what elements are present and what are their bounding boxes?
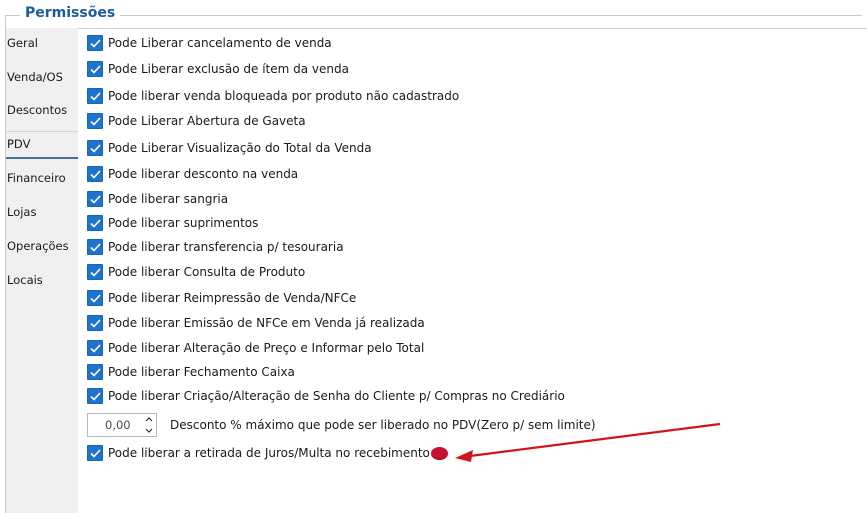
checkbox[interactable] [87, 239, 103, 255]
permission-label: Pode Liberar Abertura de Gaveta [108, 114, 306, 128]
permission-item[interactable]: Pode Liberar Abertura de Gaveta [87, 112, 306, 130]
check-icon [89, 91, 101, 101]
permission-item[interactable]: Pode liberar Reimpressão de Venda/NFCe [87, 289, 356, 307]
permission-item[interactable]: Pode Liberar exclusão de ítem da venda [87, 60, 349, 78]
checkbox[interactable] [87, 215, 103, 231]
check-icon [89, 143, 101, 153]
tab-lojas[interactable]: Lojas [7, 202, 36, 222]
permission-item[interactable]: Pode liberar transferencia p/ tesouraria [87, 238, 344, 256]
tab-financeiro[interactable]: Financeiro [7, 168, 66, 188]
checkbox[interactable] [87, 340, 103, 356]
tab-operacoes[interactable]: Operações [7, 236, 69, 256]
checkbox[interactable] [87, 88, 103, 104]
spinner-up-button[interactable] [142, 414, 156, 425]
check-icon [89, 38, 101, 48]
check-icon [89, 169, 101, 179]
permission-juros-multa[interactable]: Pode liberar a retirada de Juros/Multa n… [87, 444, 448, 462]
permission-label: Pode liberar Alteração de Preço e Inform… [108, 341, 425, 355]
checkbox[interactable] [87, 364, 103, 380]
permission-label: Pode liberar transferencia p/ tesouraria [108, 240, 344, 254]
tab-descontos[interactable]: Descontos [7, 100, 67, 120]
tab-locais[interactable]: Locais [7, 270, 43, 290]
check-icon [89, 218, 101, 228]
permission-label: Pode Liberar cancelamento de venda [108, 36, 332, 50]
discount-spinner[interactable] [87, 413, 157, 437]
checkbox[interactable] [87, 35, 103, 51]
permission-item[interactable]: Pode liberar suprimentos [87, 214, 258, 232]
checkbox[interactable] [87, 445, 103, 461]
check-icon [89, 267, 101, 277]
check-icon [89, 343, 101, 353]
check-icon [89, 448, 101, 458]
permission-label: Pode liberar Reimpressão de Venda/NFCe [108, 291, 357, 305]
check-icon [89, 116, 101, 126]
checkbox[interactable] [87, 388, 103, 404]
permission-item[interactable]: Pode liberar Consulta de Produto [87, 263, 305, 281]
checkbox[interactable] [87, 140, 103, 156]
check-icon [89, 64, 101, 74]
permission-item[interactable]: Pode liberar venda bloqueada por produto… [87, 87, 459, 105]
checkbox[interactable] [87, 315, 103, 331]
tab-venda-os[interactable]: Venda/OS [7, 67, 63, 87]
tab-pdv-active-indicator [6, 157, 78, 159]
check-icon [89, 318, 101, 328]
check-icon [89, 391, 101, 401]
permission-label: Pode liberar Criação/Alteração de Senha … [108, 389, 565, 403]
permission-label: Pode liberar Fechamento Caixa [108, 365, 295, 379]
group-divider [5, 15, 862, 16]
permission-label: Pode liberar a retirada de Juros/Multa n… [108, 446, 430, 460]
check-icon [89, 367, 101, 377]
permission-label: Pode liberar Consulta de Produto [108, 265, 306, 279]
checkbox[interactable] [87, 290, 103, 306]
permission-item[interactable]: Pode liberar sangria [87, 190, 228, 208]
permission-item[interactable]: Pode liberar Fechamento Caixa [87, 363, 295, 381]
permission-label: Pode liberar suprimentos [108, 216, 259, 230]
permission-label: Pode liberar venda bloqueada por produto… [108, 89, 460, 103]
novo-badge-icon [430, 446, 448, 460]
checkbox[interactable] [87, 191, 103, 207]
permission-label: Pode Liberar exclusão de ítem da venda [108, 62, 349, 76]
permission-item[interactable]: Pode liberar Criação/Alteração de Senha … [87, 387, 565, 405]
permission-item[interactable]: Pode liberar desconto na venda [87, 165, 298, 183]
permission-label: Pode Liberar Visualização do Total da Ve… [108, 141, 372, 155]
check-icon [89, 293, 101, 303]
permission-label: Pode liberar desconto na venda [108, 167, 299, 181]
checkbox[interactable] [87, 113, 103, 129]
permission-item[interactable]: Pode liberar Alteração de Preço e Inform… [87, 339, 424, 357]
group-title: Permissões [20, 5, 121, 21]
tab-geral[interactable]: Geral [7, 33, 38, 53]
chevron-up-icon [145, 417, 153, 422]
content-top-border [78, 28, 867, 29]
spinner-down-button[interactable] [142, 425, 156, 436]
permission-label: Pode liberar sangria [108, 192, 229, 206]
permission-label: Pode liberar Emissão de NFCe em Venda já… [108, 316, 425, 330]
tab-pdv[interactable]: PDV [7, 134, 30, 154]
tab-pdv-top-divider [6, 131, 78, 132]
permission-item[interactable]: Pode liberar Emissão de NFCe em Venda já… [87, 314, 425, 332]
chevron-down-icon [145, 428, 153, 433]
check-icon [89, 194, 101, 204]
discount-label: Desconto % máximo que pode ser liberado … [170, 418, 596, 432]
spinner-buttons [142, 414, 156, 436]
permission-item[interactable]: Pode Liberar Visualização do Total da Ve… [87, 139, 372, 157]
permission-item[interactable]: Pode Liberar cancelamento de venda [87, 34, 332, 52]
checkbox[interactable] [87, 166, 103, 182]
discount-input[interactable] [88, 414, 140, 436]
checkbox[interactable] [87, 264, 103, 280]
check-icon [89, 242, 101, 252]
checkbox[interactable] [87, 61, 103, 77]
